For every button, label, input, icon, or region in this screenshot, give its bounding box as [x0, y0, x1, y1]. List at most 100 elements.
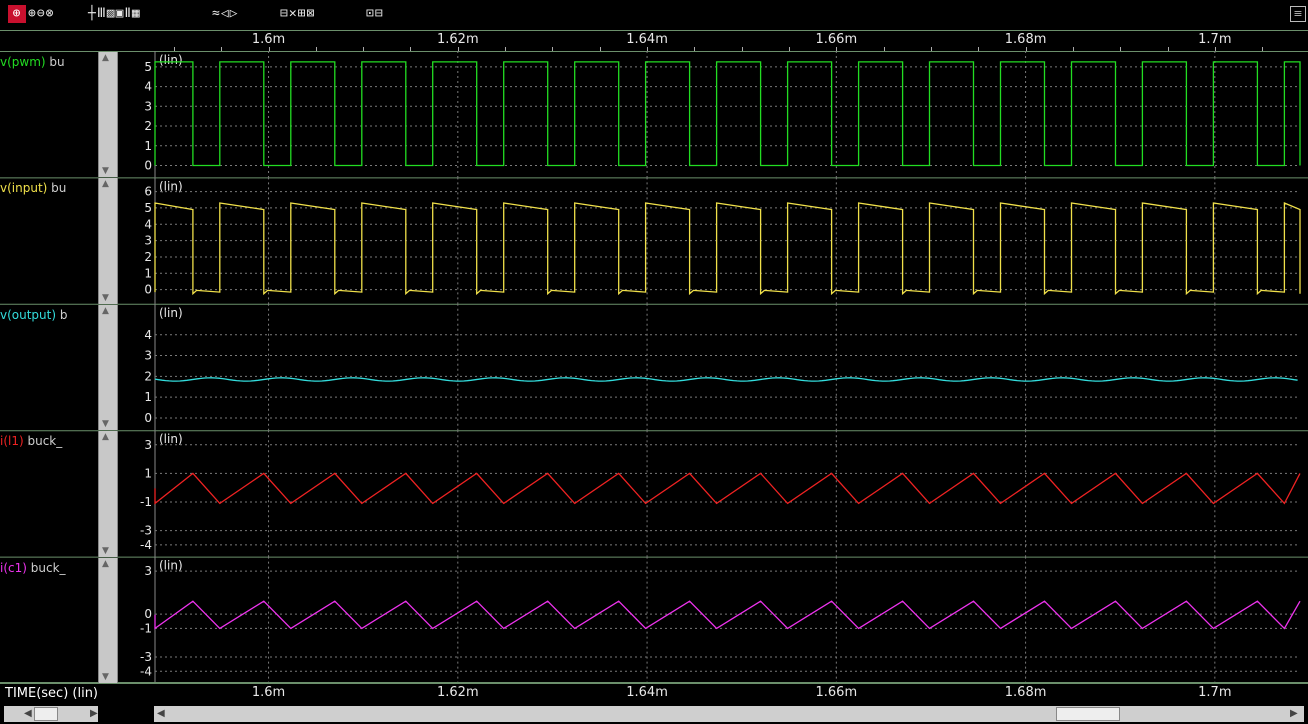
waveform-trace-ic1 [154, 600, 1301, 630]
time-axis-label: TIME(sec) (lin) [5, 686, 99, 701]
signal-name: v(pwm) [0, 55, 46, 69]
y-tick-label: 3 [144, 99, 152, 113]
scale-label: (lin) [159, 53, 183, 67]
scroll-left-arrow-icon[interactable]: ◀ [24, 707, 32, 721]
scroll-up-icon[interactable]: ▲ [102, 306, 109, 316]
y-tick-label: 0 [144, 158, 152, 172]
menu-icon[interactable]: ≡ [1290, 6, 1306, 22]
y-tick-label: -3 [140, 650, 152, 664]
y-tick-label: -1 [140, 495, 152, 509]
y-tick-label: 3 [144, 234, 152, 248]
scroll-up-icon[interactable]: ▲ [102, 53, 109, 63]
y-tick-label: 1 [144, 139, 152, 153]
y-tick-label: 6 [144, 185, 152, 199]
scroll-down-icon[interactable]: ▼ [102, 419, 109, 429]
scroll-right-arrow-icon[interactable]: ▶ [90, 707, 98, 721]
signal-label-i-c1[interactable]: i(c1) buck_ [0, 561, 96, 575]
waveform-panels: (lin) 5 4 3 2 1 0 (lin) 6 5 4 3 2 1 0 (lin) 4 3 2 1 0 (lin) 3 1… [0, 51, 1308, 683]
zoom-in-icon[interactable]: ⊕ [8, 5, 26, 23]
scroll-down-icon[interactable]: ▼ [102, 166, 109, 176]
y-tick-label: -3 [140, 524, 152, 538]
y-tick-label: -4 [140, 664, 152, 678]
scroll-down-icon[interactable]: ▼ [102, 672, 109, 682]
time-scroll-left-arrow-icon[interactable]: ◀ [157, 707, 165, 721]
scroll-up-icon[interactable]: ▲ [102, 559, 109, 569]
bottom-time-axis: TIME(sec) (lin) 1.6m 1.62m 1.64m 1.66m 1.68m… [0, 683, 1308, 704]
time-tick-label: 1.66m [815, 32, 858, 47]
scroll-down-icon[interactable]: ▼ [102, 293, 109, 303]
y-tick-label: 1 [144, 466, 152, 480]
y-tick-label: 1 [144, 266, 152, 280]
waveform-trace-output [154, 377, 1298, 382]
time-tick-label: 1.64m [626, 32, 668, 47]
y-tick-label: 4 [144, 80, 152, 94]
label-scroll-thumb[interactable] [34, 707, 58, 721]
top-time-axis: 1.6m 1.62m 1.64m 1.66m 1.68m 1.7m [0, 30, 1308, 51]
scale-label: (lin) [159, 306, 183, 320]
cursor-tools-icon-group[interactable]: ┼Ⅲ▨▣Ⅱ▦ [88, 5, 141, 23]
layout-tools-icon-group[interactable]: ⊟✕⊞⊠ [280, 5, 315, 23]
signal-hierarchy: buck_ [26, 560, 66, 575]
time-scroll-thumb[interactable] [1056, 707, 1120, 721]
time-tick-label: 1.62m [436, 685, 479, 700]
time-tick-label: 1.66m [815, 685, 858, 700]
signal-hierarchy: bu [45, 55, 65, 69]
y-tick-label: 0 [144, 607, 152, 621]
y-tick-label: 3 [144, 349, 152, 363]
scroll-up-icon[interactable]: ▲ [102, 179, 109, 189]
signal-name: v(output) [0, 307, 57, 322]
y-tick-label: 1 [144, 390, 152, 404]
panel-vertical-scrollbar[interactable]: ▲ ▼ [98, 178, 118, 304]
signal-label-v-pwm[interactable]: v(pwm) bu [0, 55, 96, 69]
scale-label: (lin) [159, 559, 183, 573]
time-scroll-track[interactable] [154, 706, 1304, 722]
scale-label: (lin) [159, 432, 183, 446]
waveform-plot: (lin) 5 4 3 2 1 0 (lin) 6 5 4 3 2 1 0 (lin) 4 3 2 1 0 (lin) 3 1… [0, 51, 1308, 683]
signal-label-v-output[interactable]: v(output) b [0, 308, 96, 322]
time-tick-label: 1.68m [1004, 685, 1047, 700]
signal-label-v-input[interactable]: v(input) bu [0, 181, 96, 195]
y-tick-label: 2 [144, 369, 152, 383]
signal-hierarchy: bu [47, 181, 67, 196]
panel-vertical-scrollbar[interactable]: ▲ ▼ [98, 557, 118, 683]
y-tick-label: 4 [144, 217, 152, 231]
y-tick-label: 4 [144, 328, 152, 342]
y-tick-label: 2 [144, 119, 152, 133]
waveform-trace-il1 [154, 472, 1301, 505]
time-tick-label: 1.6m [251, 685, 286, 700]
signal-label-i-l1[interactable]: i(l1) buck_ [0, 434, 96, 448]
y-tick-label: 3 [144, 564, 152, 578]
signal-name: v(input) [0, 181, 48, 196]
scroll-down-icon[interactable]: ▼ [102, 546, 109, 556]
panel-vertical-scrollbar[interactable]: ▲ ▼ [98, 431, 118, 557]
horizontal-scrollbar[interactable]: ◀ ▶ ◀ ▶ [0, 704, 1308, 724]
scroll-up-icon[interactable]: ▲ [102, 432, 109, 442]
signal-hierarchy: b [56, 307, 68, 322]
waveform-trace-input [154, 202, 1301, 296]
signal-hierarchy: buck_ [23, 434, 63, 449]
y-tick-label: -4 [140, 538, 152, 552]
y-tick-label: 0 [144, 283, 152, 297]
y-tick-label: 2 [144, 250, 152, 264]
signal-name: i(c1) [0, 560, 27, 575]
panel-vertical-scrollbar[interactable]: ▲ ▼ [98, 304, 118, 431]
y-tick-label: -1 [140, 621, 152, 635]
time-tick-label: 1.6m [251, 32, 286, 47]
panel-vertical-scrollbar[interactable]: ▲ ▼ [98, 52, 118, 178]
zoom-tools-icon-group[interactable]: ⊕⊖⊗ [28, 5, 54, 23]
time-tick-label: 1.64m [626, 685, 668, 700]
y-tick-label: 3 [144, 438, 152, 452]
y-tick-label: 5 [144, 201, 152, 215]
signal-name: i(l1) [0, 434, 24, 449]
toolbar: ⊕ ⊕⊖⊗ ┼Ⅲ▨▣Ⅱ▦ ≈◁▷ ⊟✕⊞⊠ ⊡⊟ ≡ [0, 0, 1308, 30]
waveform-trace-pwm [154, 61, 1301, 167]
export-tools-icon-group[interactable]: ⊡⊟ [366, 5, 384, 23]
time-scroll-right-arrow-icon[interactable]: ▶ [1290, 707, 1298, 721]
y-tick-label: 5 [144, 60, 152, 74]
time-tick-label: 1.7m [1198, 32, 1232, 47]
waveform-nav-icon-group[interactable]: ≈◁▷ [212, 5, 238, 23]
time-tick-label: 1.62m [436, 32, 479, 47]
time-tick-label: 1.7m [1198, 685, 1232, 700]
time-tick-label: 1.68m [1004, 32, 1047, 47]
y-tick-label: 0 [144, 411, 152, 425]
